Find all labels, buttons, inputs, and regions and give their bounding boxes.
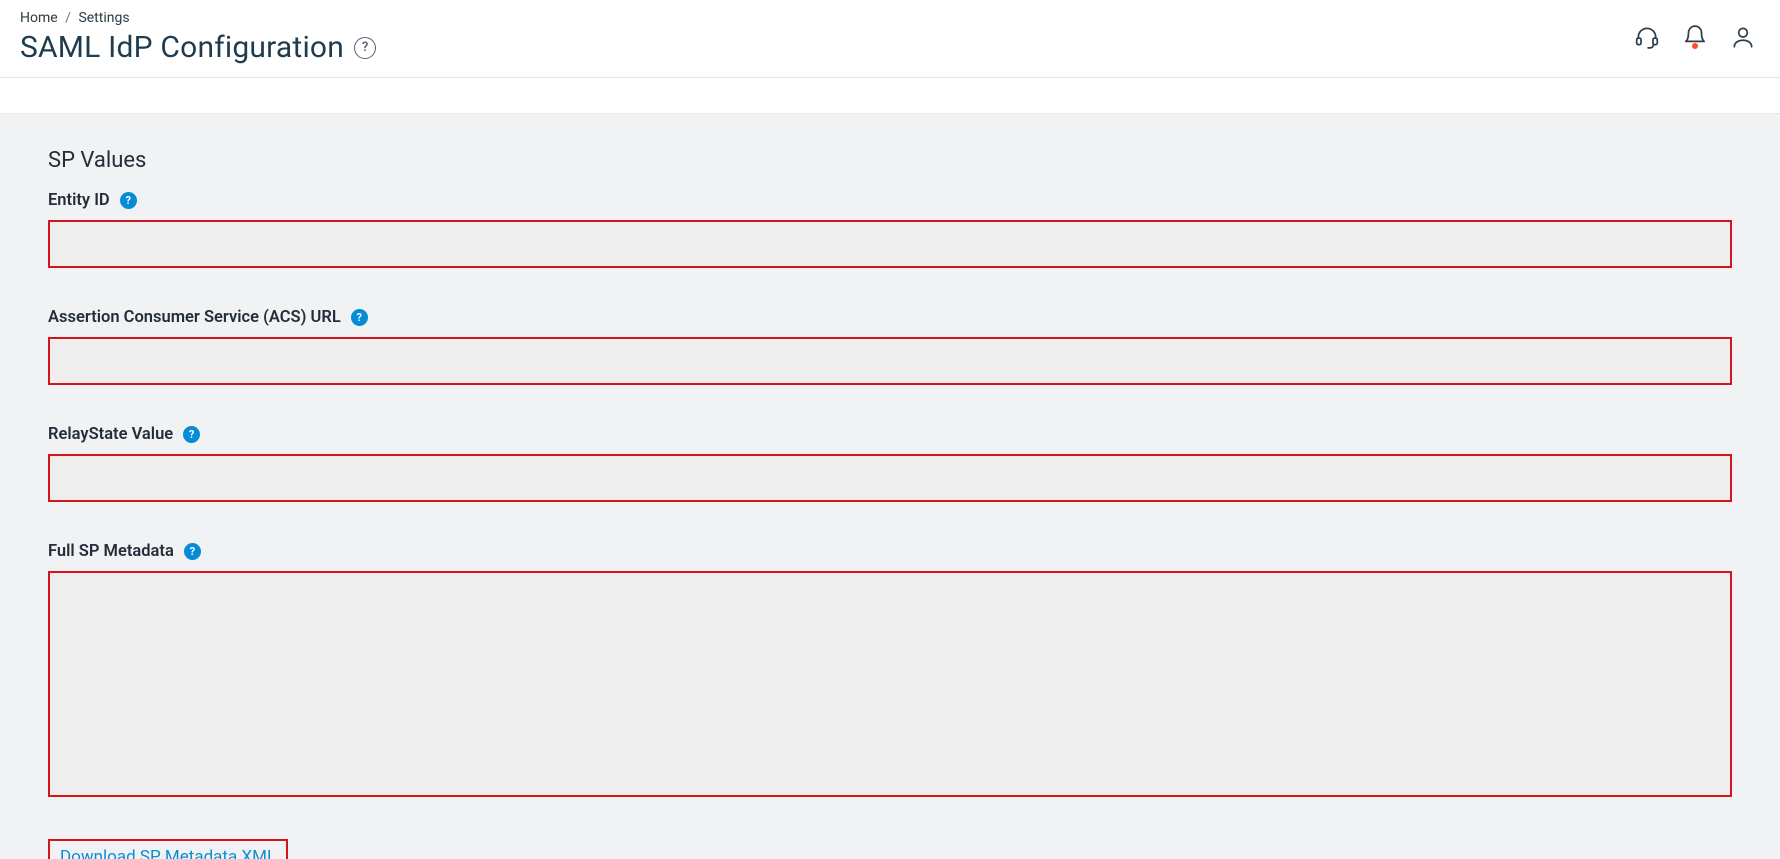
breadcrumb-home-link[interactable]: Home — [20, 10, 58, 26]
page-title-row: SAML IdP Configuration ? — [20, 30, 1634, 65]
body-area: SP Values Entity ID ? Assertion Consumer… — [0, 78, 1780, 859]
header-right — [1634, 10, 1756, 50]
input-acs-url[interactable] — [48, 337, 1732, 385]
field-group-full-sp-metadata: Full SP Metadata ? — [24, 542, 1756, 811]
user-profile-icon[interactable] — [1730, 24, 1756, 50]
page-header: Home / Settings SAML IdP Configuration ? — [0, 0, 1780, 78]
header-left: Home / Settings SAML IdP Configuration ? — [20, 10, 1634, 65]
notifications-bell-icon[interactable] — [1682, 24, 1708, 50]
breadcrumb-settings-link[interactable]: Settings — [78, 10, 129, 26]
help-icon-acs-url[interactable]: ? — [351, 309, 368, 326]
field-group-entity-id: Entity ID ? — [24, 191, 1756, 278]
label-full-sp-metadata: Full SP Metadata — [48, 542, 174, 561]
breadcrumb-separator: / — [61, 10, 75, 26]
field-group-relay-state: RelayState Value ? — [24, 425, 1756, 512]
page-title: SAML IdP Configuration — [20, 30, 344, 65]
label-acs-url: Assertion Consumer Service (ACS) URL — [48, 308, 341, 327]
page-title-help-icon[interactable]: ? — [354, 37, 376, 59]
top-spacer — [0, 78, 1780, 114]
breadcrumb: Home / Settings — [20, 10, 1634, 26]
download-link-row: Download SP Metadata XML — [24, 835, 1756, 859]
input-relay-state[interactable] — [48, 454, 1732, 502]
notification-indicator-dot — [1692, 43, 1698, 49]
help-icon-full-sp-metadata[interactable]: ? — [184, 543, 201, 560]
label-entity-id: Entity ID — [48, 191, 110, 210]
input-entity-id[interactable] — [48, 220, 1732, 268]
label-relay-state: RelayState Value — [48, 425, 173, 444]
sp-values-panel: SP Values Entity ID ? Assertion Consumer… — [24, 114, 1756, 859]
field-group-acs-url: Assertion Consumer Service (ACS) URL ? — [24, 308, 1756, 395]
download-sp-metadata-link[interactable]: Download SP Metadata XML — [48, 839, 288, 859]
section-title-sp-values: SP Values — [24, 114, 1756, 191]
help-icon-relay-state[interactable]: ? — [183, 426, 200, 443]
textarea-full-sp-metadata[interactable] — [48, 571, 1732, 797]
help-icon-entity-id[interactable]: ? — [120, 192, 137, 209]
support-headset-icon[interactable] — [1634, 24, 1660, 50]
